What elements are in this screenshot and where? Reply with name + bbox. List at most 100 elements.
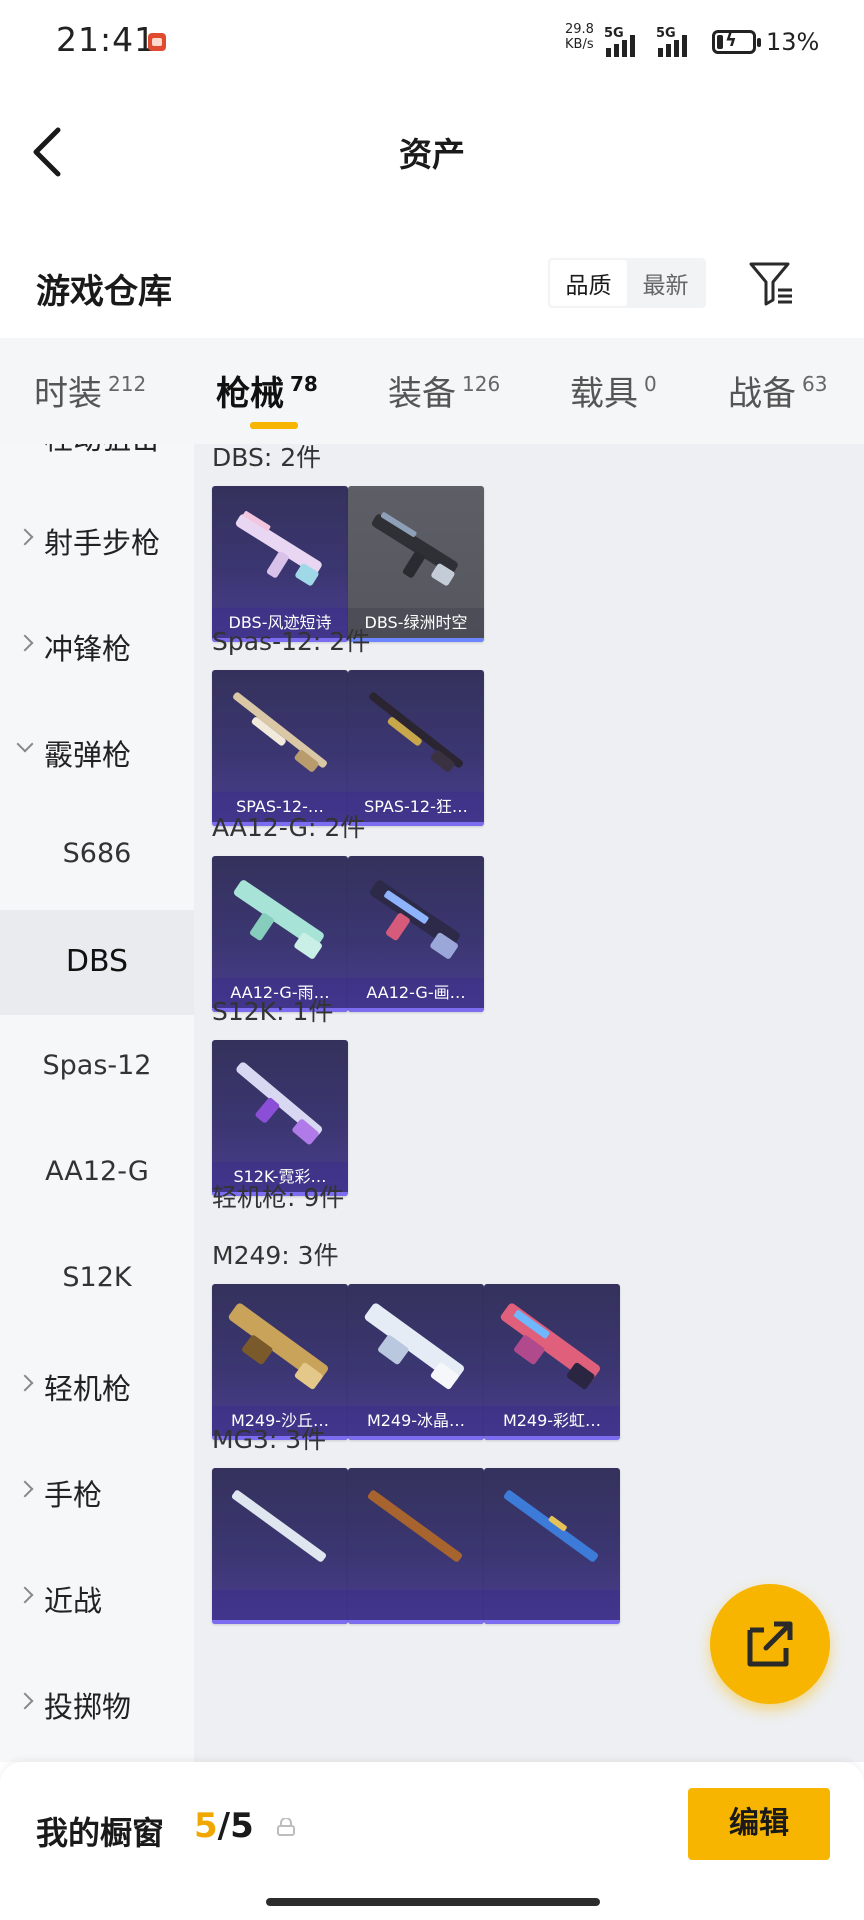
lmg-skin-image: [500, 1303, 600, 1390]
share-button[interactable]: [710, 1584, 830, 1704]
rarity-bar: [348, 1620, 484, 1624]
skin-name: AA12-G-画…: [348, 978, 484, 1008]
group-title: AA12-G: 2件: [212, 813, 366, 842]
sidebar-item-label: 轻机枪: [44, 1372, 132, 1406]
lmg-skin-image: [228, 1303, 328, 1390]
rarity-bar: [348, 1008, 484, 1012]
tab-count: 126: [462, 372, 501, 396]
skin-card[interactable]: DBS-绿洲时空: [348, 486, 484, 642]
network-speed-unit: KB/s: [565, 37, 594, 52]
sidebar-item-throwables[interactable]: 投掷物: [0, 1650, 194, 1755]
sort-option-quality[interactable]: 品质: [550, 260, 627, 306]
shotgun-skin-image: [233, 880, 324, 959]
tab-vehicles[interactable]: 载具 0: [570, 366, 657, 415]
tab-label: 时装: [34, 374, 102, 414]
sidebar-subitem-dbs[interactable]: DBS: [0, 910, 194, 1015]
shotgun-skin-image: [369, 692, 463, 772]
share-icon: [747, 1621, 793, 1667]
sidebar-item-smg[interactable]: 冲锋枪: [0, 592, 194, 697]
showcase-count-separator: /: [217, 1806, 231, 1846]
sidebar-item-label: 射手步枪: [44, 526, 161, 560]
chevron-right-icon: [16, 1586, 34, 1604]
rarity-bar: [212, 1620, 348, 1624]
tab-supplies[interactable]: 战备 63: [728, 366, 827, 415]
group-title: M249: 3件: [212, 1241, 339, 1270]
category-tabs: 时装 212 枪械 78 装备 126 载具 0 战备 63: [0, 338, 864, 444]
sidebar-item-label: 冲锋枪: [44, 632, 132, 666]
chevron-right-icon: [16, 634, 34, 652]
page-title: 资产: [399, 135, 465, 174]
shotgun-skin-image: [371, 512, 458, 586]
shotgun-skin-image: [235, 511, 322, 586]
sidebar-item-label: 近战: [44, 1584, 103, 1618]
sidebar-subitem-aa12g[interactable]: AA12-G: [0, 1122, 194, 1227]
filter-icon: [749, 262, 792, 306]
battery-percent: 13%: [766, 28, 820, 56]
chevron-right-icon: [16, 528, 34, 546]
rarity-bar: [484, 1436, 620, 1440]
skin-card[interactable]: DBS-风迹短诗: [212, 486, 348, 642]
sidebar-subitem-label: DBS: [65, 944, 129, 979]
skin-name: [212, 1590, 348, 1620]
shotgun-skin-image: [236, 1062, 323, 1145]
skin-name: M249-冰晶…: [348, 1406, 484, 1436]
skin-card[interactable]: M249-彩虹…: [484, 1284, 620, 1440]
sidebar-subitem-label: S686: [62, 838, 132, 869]
group-title: MG3: 3件: [212, 1425, 327, 1454]
group-title: DBS: 2件: [212, 444, 322, 472]
skin-card[interactable]: S12K-霓彩…: [212, 1040, 348, 1196]
filter-button[interactable]: [748, 258, 794, 308]
tab-costume[interactable]: 时装 212: [34, 366, 146, 415]
skin-card[interactable]: [484, 1468, 620, 1624]
notification-icon: [148, 33, 166, 51]
sidebar-item-pistol[interactable]: 手枪: [0, 1438, 194, 1543]
shotgun-skin-image: [369, 880, 460, 959]
tab-count: 63: [802, 372, 828, 396]
tab-label: 载具: [570, 374, 638, 414]
rarity-bar: [348, 1436, 484, 1440]
skin-name: M249-彩虹…: [484, 1406, 620, 1436]
skin-card[interactable]: AA12-G-画…: [348, 856, 484, 1012]
group-title: 轻机枪: 9件: [212, 1183, 345, 1212]
skin-card[interactable]: SPAS-12-…: [212, 670, 348, 826]
sidebar-item-label: 栓动狙击: [44, 444, 160, 458]
skin-name: SPAS-12-狂…: [348, 792, 484, 822]
chevron-down-icon: [16, 735, 34, 753]
tab-equipment[interactable]: 装备 126: [388, 366, 500, 415]
tab-label: 战备: [728, 374, 796, 414]
lmg-skin-image: [367, 1490, 463, 1562]
edit-button[interactable]: 编辑: [688, 1788, 830, 1860]
network-speed: 29.8 KB/s: [565, 22, 594, 52]
sidebar-item-bolt-sniper[interactable]: 栓动狙击: [0, 444, 194, 487]
skin-card[interactable]: SPAS-12-狂…: [348, 670, 484, 826]
skin-card[interactable]: AA12-G-雨…: [212, 856, 348, 1012]
signal-bars-icon: [606, 35, 635, 57]
sidebar-item-shotgun[interactable]: 霰弹枪: [0, 698, 194, 803]
sidebar-subitem-spas12[interactable]: Spas-12: [0, 1016, 194, 1121]
sort-toggle: 品质 最新: [548, 258, 706, 308]
tab-count: 0: [644, 372, 657, 396]
sidebar-item-marksman-rifle[interactable]: 射手步枪: [0, 486, 194, 591]
sidebar-subitem-s686[interactable]: S686: [0, 804, 194, 909]
skin-card[interactable]: [212, 1468, 348, 1624]
rarity-bar: [484, 1620, 620, 1624]
skin-name: [348, 1590, 484, 1620]
tab-label: 枪械: [216, 374, 284, 414]
active-tab-indicator: [250, 422, 298, 429]
lock-icon: [277, 1818, 295, 1836]
skin-card[interactable]: [348, 1468, 484, 1624]
group-title: Spas-12: 2件: [212, 627, 371, 656]
skin-name: [484, 1590, 620, 1620]
sidebar-item-melee[interactable]: 近战: [0, 1544, 194, 1649]
tab-firearms[interactable]: 枪械 78: [216, 366, 318, 429]
signal-bars-icon: [658, 35, 687, 57]
home-indicator[interactable]: [266, 1898, 600, 1906]
sidebar-item-lmg[interactable]: 轻机枪: [0, 1332, 194, 1437]
sidebar-subitem-s12k[interactable]: S12K: [0, 1228, 194, 1333]
sort-option-latest[interactable]: 最新: [627, 260, 704, 306]
tab-count: 212: [108, 372, 147, 396]
skin-card[interactable]: M249-冰晶…: [348, 1284, 484, 1440]
sidebar-subitem-label: AA12-G: [45, 1156, 149, 1187]
sidebar-subitem-label: Spas-12: [42, 1050, 152, 1081]
skin-card[interactable]: M249-沙丘…: [212, 1284, 348, 1440]
